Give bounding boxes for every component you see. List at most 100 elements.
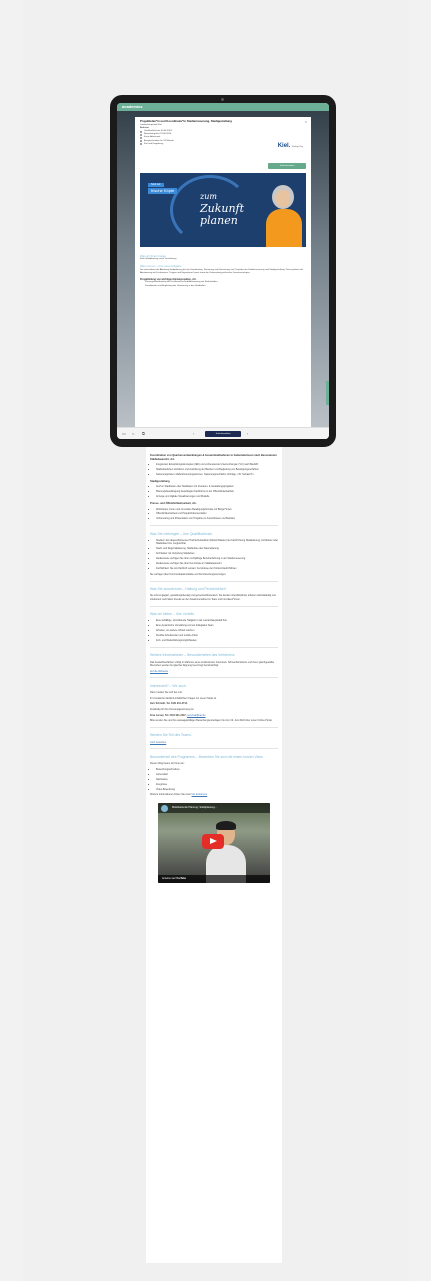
list-item: Arbeiten, wo andere Urlaub machen: [156, 629, 278, 633]
section-heading: Presse- und Öffentlichkeitsarbeit, d.h.: [150, 501, 197, 505]
list-item: Stadt- und Regionalplanung, Städtebau od…: [156, 547, 278, 551]
section-title: Was Sie mitbringen – Ihre Qualifikatione…: [150, 531, 213, 536]
time-icon: [140, 137, 142, 139]
divider: [150, 580, 278, 582]
bottom-toolbar: ▭ < ⧉ ‹ Jetzt bewerben ›: [117, 427, 329, 439]
list-item: Video-Bewerbung: [156, 788, 278, 792]
list-item: Auch in Stadtteilen oder Stadtteilen mit…: [156, 485, 278, 489]
paragraph: Weitere Informationen finden Sie unter: [150, 793, 191, 797]
bullet-list: Integrierten Entwicklungskonzepten (IEK)…: [150, 463, 278, 477]
employer-logo: Kiel. Sailing City: [277, 143, 303, 149]
contact-name: Herr Schmidt, Tel. 0431 901-2744.: [150, 702, 188, 706]
copy-icon[interactable]: ⧉: [142, 431, 145, 436]
video-thumbnail-person: [206, 820, 246, 883]
youtube-logo[interactable]: YouTube: [176, 877, 186, 880]
video-title: Mitarbeitende Planung: Stadtplanung...: [172, 805, 217, 809]
divider: [150, 677, 278, 679]
section-heading: Koordination von Quartiersentwicklungen …: [150, 454, 277, 461]
slogan-line: planen: [200, 214, 238, 227]
job-card: Projektleiter*in und Koordinator*in Stad…: [135, 117, 311, 427]
divider: [150, 605, 278, 607]
list-item: Nachweise: [156, 778, 278, 782]
email-link[interactable]: personal@kiel.de: [187, 714, 206, 717]
bullet-list: Planungskoordination der Fachbereiche un…: [140, 281, 306, 288]
section-title: Interessiert? – Wir auch.: [150, 684, 187, 689]
next-arrow-icon[interactable]: ›: [247, 431, 248, 436]
list-item: Öffentlichkeitsarbeit und Projekt-Dokume…: [156, 512, 278, 516]
video-player[interactable]: Mitarbeitende Planung: Stadtplanung... A…: [158, 802, 270, 883]
location-icon: [140, 143, 142, 146]
bullet-list: Workshops, Foren und innovative Beteilig…: [150, 508, 278, 522]
tablet-frame: academics Projektleiter*in und Koordinat…: [110, 95, 336, 447]
list-item: Workshops, Foren und innovative Beteilig…: [156, 508, 278, 512]
list-item: Studium: Ein abgeschlossenes Hochschulst…: [156, 539, 278, 546]
banner-person: [266, 185, 302, 247]
bookmark-icon[interactable]: ▭: [122, 431, 126, 436]
list-item: Städtebaulichen Verfahren und Auslobung …: [156, 468, 278, 472]
bullet-list: Auch in Stadtteilen oder Stadtteilen mit…: [150, 485, 278, 499]
section-title: Werden Sie Teil des Teams.: [150, 733, 192, 738]
logo-text: Kiel.: [277, 143, 291, 149]
divider: [150, 525, 278, 526]
contact-intro: Ihr Kontakt bei fachlich-inhaltlichen Fr…: [150, 696, 217, 700]
modal-backdrop: Projektleiter*in und Koordinator*in Stad…: [117, 111, 329, 427]
section-heading: Stadtgestaltung: [150, 479, 170, 483]
banner-tag: frische Köpfe: [148, 188, 178, 194]
section-title: Weitere Informationen – Besonderheiten d…: [150, 653, 235, 658]
list-item: Planungskoordination der Fachbereiche un…: [145, 281, 306, 284]
apply-button[interactable]: Jetzt bewerben: [205, 431, 241, 437]
bullet-list: Studium: Ein abgeschlossenes Hochschulst…: [150, 539, 278, 571]
section-title: Was wir bieten – Ihre Vorteile: [150, 612, 194, 617]
apply-button[interactable]: Jetzt bewerben: [268, 163, 306, 169]
video-title-bar: Mitarbeitende Planung: Stadtplanung...: [158, 802, 270, 813]
channel-avatar-icon: [161, 804, 168, 812]
apply-link[interactable]: Jetzt bewerben: [150, 741, 166, 744]
paragraph: Das Auswahlverfahren erfolgt im Rahmen e…: [150, 660, 275, 668]
list-item: Koordination und Begleitung der Umsetzun…: [145, 285, 306, 288]
list-item: Eine dynamische Verwaltung und ein kolle…: [156, 624, 278, 628]
list-item: Sanierungszielen, Maßnahmenprogrammen, S…: [156, 473, 278, 477]
close-icon[interactable]: ×: [305, 119, 307, 123]
youtube-play-icon[interactable]: [202, 833, 224, 849]
list-item: Fort- und Weiterbildungsmöglichkeiten: [156, 639, 278, 643]
watch-on-label: Ansehen auf: [162, 876, 176, 880]
list-item: Vorbereitung und Präsentation von Projek…: [156, 517, 278, 521]
tablet-screen: academics Projektleiter*in und Koordinat…: [117, 103, 329, 439]
contact-intro: Zuständig für Ihre Personalgewinnung ist: [150, 708, 194, 712]
contact-name: Frau Larsen, Tel. 0431 901-2237,: [150, 713, 187, 717]
logo-subtitle: Sailing City: [292, 146, 303, 148]
paragraph: Sie sind engagiert, gestaltungsfreudig u…: [150, 594, 276, 601]
more-info-link[interactable]: kiel.de/karriere: [192, 793, 208, 796]
divider: [150, 646, 278, 648]
feedback-tab[interactable]: [326, 381, 329, 405]
prev-arrow-icon[interactable]: ‹: [193, 431, 194, 436]
paragraph: Kiels Stadtplanung sucht Verstärkung: [140, 258, 177, 261]
paragraph: Bitte senden Sie uns Ihre aussagekräftig…: [150, 719, 273, 723]
job-text: Was wir Ihnen bieten Kiels Stadtplanung …: [140, 251, 306, 290]
academics-logo[interactable]: academics: [122, 104, 142, 109]
video-footer: Ansehen auf YouTube: [158, 874, 270, 883]
paragraph: Sie unterstützen die Abteilung Stadtplan…: [140, 268, 304, 274]
divider: [150, 726, 278, 728]
bullet-list: Bewerbungsschreiben Lebenslauf Nachweise…: [150, 768, 278, 792]
banner-tag: Sind wir:: [148, 183, 164, 187]
list-item: Anzeige und digitale Visualisierungen un…: [156, 495, 278, 499]
clock-icon: [140, 133, 142, 136]
list-item: Planungsbeauftragung beauftragter Fachbü…: [156, 490, 278, 494]
list-item: Idealerweise verfügen Sie über Kenntniss…: [156, 562, 278, 566]
section-title: Was Sie auszeichnet – Haltung und Persön…: [150, 587, 226, 592]
list-item: Architektur mit Vertiefung Städtebau: [156, 552, 278, 556]
app-topbar: academics: [117, 103, 329, 111]
list-item: Bewerbungsschreiben: [156, 768, 278, 772]
list-item: Integrierten Entwicklungskonzepten (IEK)…: [156, 463, 278, 467]
share-icon[interactable]: <: [132, 431, 134, 436]
job-description-content: Koordination von Quartiersentwicklungen …: [146, 447, 282, 1263]
paragraph: Dann melden Sie sich bei uns!: [150, 691, 183, 695]
info-link[interactable]: Auf die Webseite: [150, 670, 168, 673]
meta-text: Kiel und Umgebung: [144, 142, 164, 145]
list-item: Zeugnisse: [156, 783, 278, 787]
divider: [150, 748, 278, 749]
paragraph: Sie verfügen über Kommunikationsstärke u…: [150, 572, 227, 576]
list-item: Eine vielfältige, sinnstiftende Tätigkei…: [156, 619, 278, 623]
list-item: Fachlichkeit: Sie sind fachlich versiert…: [156, 567, 278, 571]
